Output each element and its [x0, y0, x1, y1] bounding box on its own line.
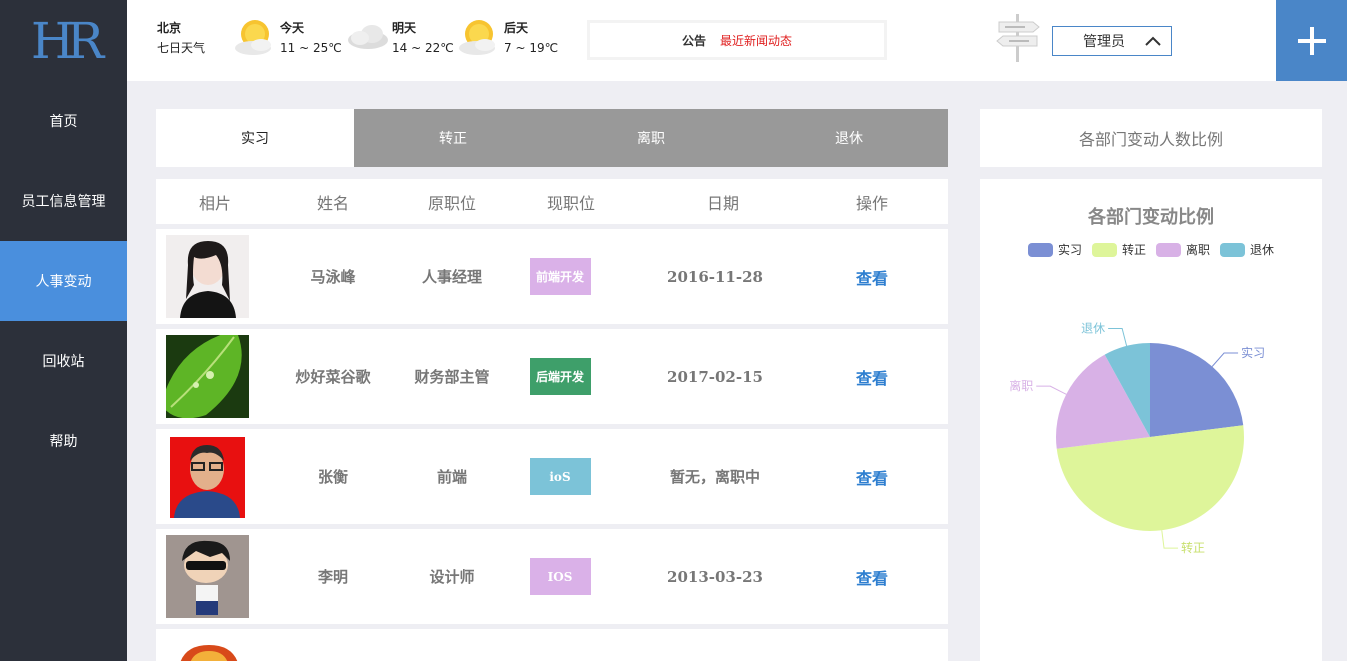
header-old-position: 原职位 [427, 193, 476, 213]
header: 北京 七日天气 今天 11 ~ 25℃ 明天 14 ~ 22℃ 后天 7 ~ 1… [127, 0, 1347, 81]
table-row: 李明 设计师 IOS 2013-03-23 查看 [156, 529, 948, 624]
employee-photo [170, 437, 245, 518]
new-position-cell: IOS [512, 529, 608, 624]
view-link[interactable]: 查看 [816, 329, 928, 424]
notice-label: 公告 [681, 33, 706, 48]
header-new-position: 现职位 [546, 193, 595, 213]
pie-chart: 实习转正 离职 退休 [1009, 322, 1265, 556]
change-date: 2016-11-28 [667, 267, 763, 286]
change-type-tabs: 实习 转正 离职 退休 [156, 109, 948, 167]
table-row: 马泳峰 人事经理 前端开发 2016-11-28 查看 [156, 229, 948, 324]
header-action: 操作 [855, 193, 888, 213]
tab-regularization[interactable]: 转正 [354, 109, 552, 167]
sidebar: HR 首页 员工信息管理 人事变动 回收站 帮助 [0, 0, 127, 661]
day-temp: 14 ~ 22℃ [392, 41, 454, 55]
table-row: 张衡 前端 ioS 暂无，离职中 查看 [156, 429, 948, 524]
old-position: 前端 [436, 468, 467, 486]
pie-slice[interactable] [1150, 343, 1244, 437]
logo: HR [30, 11, 104, 70]
pie-label: 退休 [1081, 322, 1105, 336]
employee-name: 马泳峰 [310, 268, 356, 286]
header-date: 日期 [706, 193, 739, 213]
day-temp: 7 ~ 19℃ [504, 41, 559, 55]
sidebar-item-employee-info[interactable]: 员工信息管理 [0, 161, 127, 241]
new-position-badge: IOS [529, 558, 591, 595]
notice-bar[interactable]: 公告 最近新闻动态 [587, 20, 887, 60]
user-role-dropdown[interactable]: 管理员 [1052, 26, 1172, 56]
table-row: 炒好菜谷歌 财务部主管 后端开发 2017-02-15 查看 [156, 329, 948, 424]
old-position: 人事经理 [421, 268, 482, 286]
pie-label: 实习 [1241, 345, 1265, 360]
new-position-badge: 后端开发 [529, 358, 591, 395]
employee-photo [166, 235, 249, 318]
employee-photo [180, 645, 238, 661]
old-position: 财务部主管 [414, 368, 490, 386]
view-link[interactable]: 查看 [816, 229, 928, 324]
sunny-cloud-icon [459, 20, 495, 55]
new-position-badge: ioS [529, 458, 591, 495]
sunny-cloud-icon [235, 20, 271, 55]
pie-label-line [1161, 530, 1179, 549]
new-position-cell: ioS [512, 429, 608, 524]
pie-chart-panel: 各部门变动比例 实习 转正 离职 退休 实习 转正 离职 退休 [980, 179, 1322, 661]
sidebar-item-recycle-bin[interactable]: 回收站 [0, 321, 127, 401]
change-date: 暂无，离职中 [669, 468, 760, 486]
header-photo: 相片 [198, 193, 231, 213]
signpost-icon [996, 14, 1040, 62]
notice-text[interactable]: 最近新闻动态 [720, 32, 792, 49]
view-link[interactable]: 查看 [816, 429, 928, 524]
weather-day-after-tomorrow: 后天 7 ~ 19℃ [504, 18, 558, 58]
weather-day-today: 今天 11 ~ 25℃ [280, 18, 342, 58]
new-position-cell: 前端开发 [512, 229, 608, 324]
employee-name: 张衡 [317, 468, 348, 486]
user-role-label: 管理员 [1083, 34, 1125, 50]
day-temp: 11 ~ 25℃ [280, 41, 342, 55]
change-date: 2013-03-23 [667, 567, 763, 586]
old-position: 设计师 [429, 568, 475, 586]
sidebar-item-help[interactable]: 帮助 [0, 401, 127, 481]
pie-label: 转正 [1181, 540, 1205, 555]
plus-icon [1297, 26, 1326, 55]
new-position-cell: 后端开发 [512, 329, 608, 424]
view-link[interactable]: 查看 [816, 529, 928, 624]
employee-name: 李明 [317, 568, 348, 586]
weather-day-tomorrow: 明天 14 ~ 22℃ [392, 18, 454, 58]
header-name: 姓名 [316, 193, 349, 213]
sidebar-item-home[interactable]: 首页 [0, 81, 127, 161]
pie-label-line [1036, 385, 1067, 395]
day-name: 今天 [280, 21, 305, 35]
chevron-up-icon [1145, 36, 1161, 46]
pie-label-line [1108, 328, 1128, 347]
pie-label: 离职 [1009, 378, 1033, 393]
cloudy-icon [348, 25, 388, 49]
employee-photo [166, 535, 249, 618]
weather-subtitle: 七日天气 [157, 41, 206, 55]
tab-resignation[interactable]: 离职 [552, 109, 750, 167]
sidebar-item-personnel-changes[interactable]: 人事变动 [0, 241, 127, 321]
weather-city: 北京 七日天气 [157, 18, 205, 58]
change-date: 2017-02-15 [667, 367, 763, 386]
employee-name: 炒好菜谷歌 [295, 368, 371, 386]
day-name: 明天 [392, 21, 417, 35]
city-name: 北京 [157, 21, 182, 35]
tab-retirement[interactable]: 退休 [750, 109, 948, 167]
tab-internship[interactable]: 实习 [156, 109, 354, 167]
table-header: 相片 姓名 原职位 现职位 日期 操作 [156, 179, 948, 224]
add-button[interactable] [1276, 0, 1347, 81]
table-row [156, 629, 948, 661]
panel-title: 各部门变动人数比例 [980, 109, 1322, 167]
day-name: 后天 [504, 21, 529, 35]
employee-photo [166, 335, 249, 418]
new-position-badge: 前端开发 [529, 258, 591, 295]
pie-label-line [1211, 352, 1239, 367]
